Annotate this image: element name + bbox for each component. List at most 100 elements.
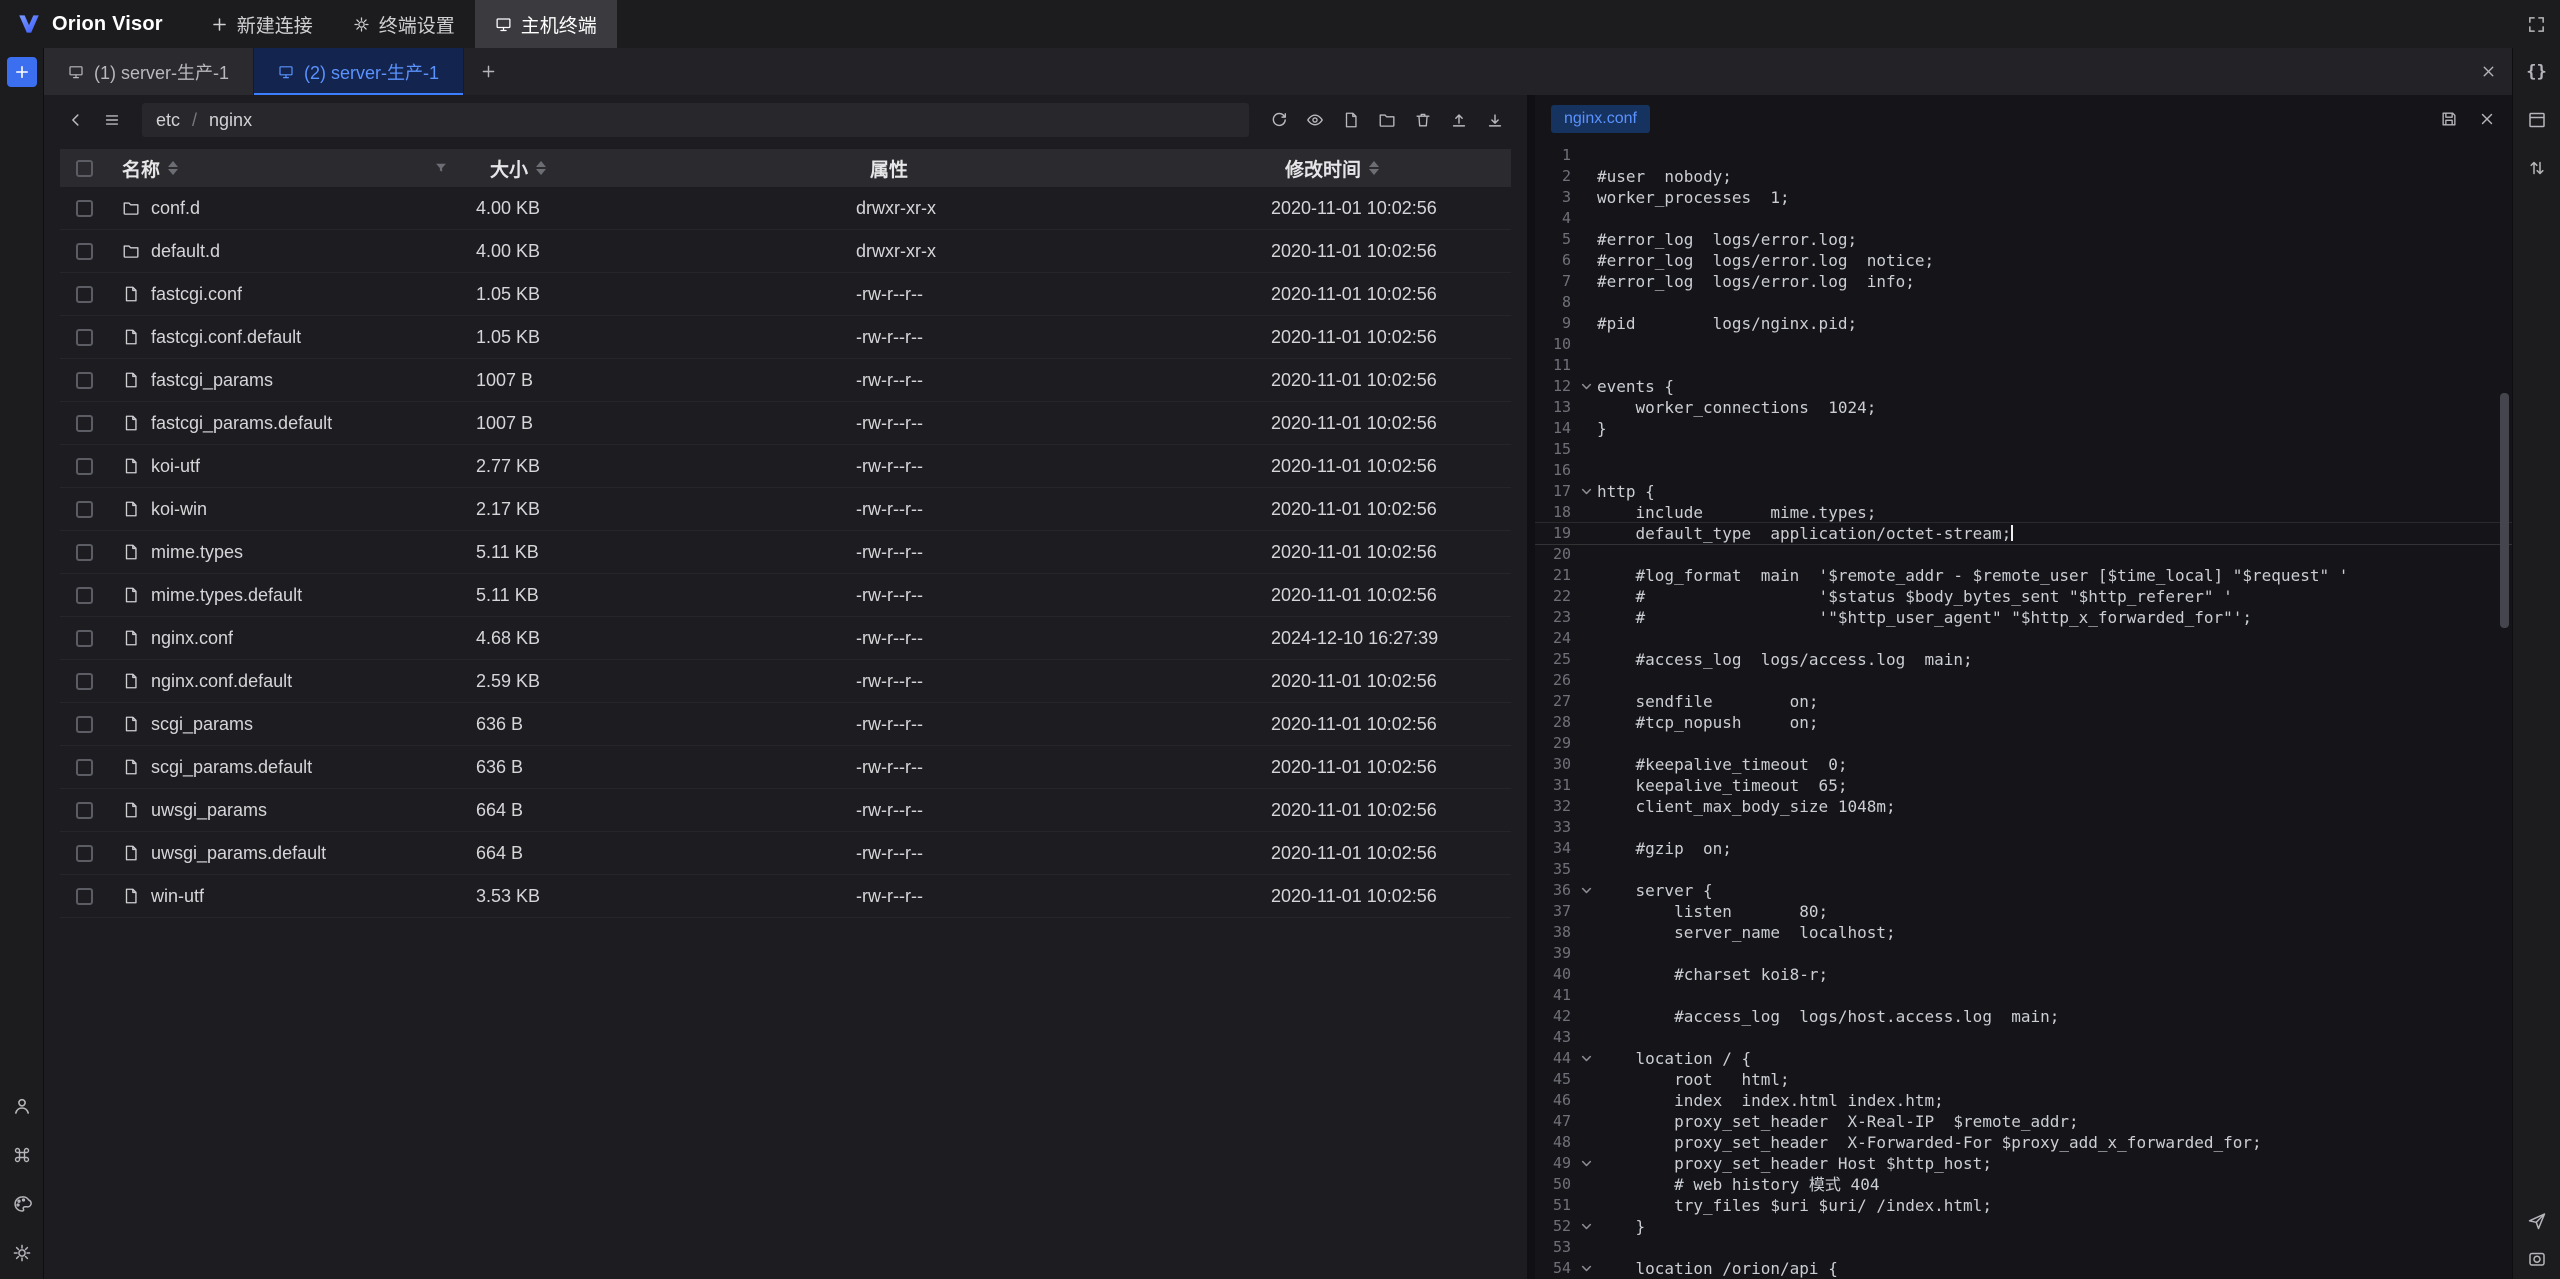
- code-line[interactable]: 46 index index.html index.htm;: [1535, 1090, 2512, 1111]
- file-name-cell[interactable]: fastcgi.conf: [108, 284, 476, 305]
- screenshot-button[interactable]: [2527, 1249, 2547, 1269]
- file-name-cell[interactable]: nginx.conf.default: [108, 671, 476, 692]
- row-checkbox[interactable]: [76, 200, 93, 217]
- row-checkbox[interactable]: [76, 372, 93, 389]
- close-panel-button[interactable]: [2464, 48, 2512, 95]
- file-name-cell[interactable]: koi-utf: [108, 456, 476, 477]
- table-row[interactable]: default.d4.00 KBdrwxr-xr-x2020-11-01 10:…: [60, 230, 1511, 273]
- fold-toggle[interactable]: [1575, 1048, 1597, 1069]
- refresh-button[interactable]: [1263, 104, 1295, 136]
- row-checkbox[interactable]: [76, 716, 93, 733]
- code-line[interactable]: 47 proxy_set_header X-Real-IP $remote_ad…: [1535, 1111, 2512, 1132]
- code-line[interactable]: 37 listen 80;: [1535, 901, 2512, 922]
- code-line[interactable]: 49 proxy_set_header Host $http_host;: [1535, 1153, 2512, 1174]
- show-hidden-button[interactable]: [1299, 104, 1331, 136]
- file-name[interactable]: conf.d: [151, 198, 200, 219]
- code-line[interactable]: 35: [1535, 859, 2512, 880]
- code-line[interactable]: 31 keepalive_timeout 65;: [1535, 775, 2512, 796]
- fold-toggle[interactable]: [1575, 376, 1597, 397]
- code-line[interactable]: 27 sendfile on;: [1535, 691, 2512, 712]
- file-name-cell[interactable]: default.d: [108, 241, 476, 262]
- file-name[interactable]: fastcgi_params.default: [151, 413, 332, 434]
- select-all-checkbox[interactable]: [76, 160, 93, 177]
- row-checkbox[interactable]: [76, 845, 93, 862]
- file-name-cell[interactable]: uwsgi_params.default: [108, 843, 476, 864]
- command-palette-button[interactable]: [12, 1145, 32, 1165]
- path-breadcrumb[interactable]: etc / nginx: [142, 103, 1249, 137]
- code-line[interactable]: 12events {: [1535, 376, 2512, 397]
- table-row[interactable]: fastcgi_params1007 B-rw-r--r--2020-11-01…: [60, 359, 1511, 402]
- table-row[interactable]: scgi_params.default636 B-rw-r--r--2020-1…: [60, 746, 1511, 789]
- file-name-cell[interactable]: fastcgi_params: [108, 370, 476, 391]
- json-view-button[interactable]: {}: [2526, 62, 2546, 82]
- file-manager-toggle-button[interactable]: [2527, 110, 2547, 130]
- code-line[interactable]: 9#pid logs/nginx.pid;: [1535, 313, 2512, 334]
- filter-button[interactable]: [434, 161, 448, 175]
- code-line[interactable]: 17http {: [1535, 481, 2512, 502]
- code-line[interactable]: 38 server_name localhost;: [1535, 922, 2512, 943]
- row-checkbox[interactable]: [76, 458, 93, 475]
- sort-name[interactable]: [168, 161, 178, 175]
- code-line[interactable]: 18 include mime.types;: [1535, 502, 2512, 523]
- file-name[interactable]: fastcgi_params: [151, 370, 273, 391]
- table-row[interactable]: uwsgi_params664 B-rw-r--r--2020-11-01 10…: [60, 789, 1511, 832]
- table-row[interactable]: nginx.conf4.68 KB-rw-r--r--2024-12-10 16…: [60, 617, 1511, 660]
- code-line[interactable]: 1: [1535, 145, 2512, 166]
- table-row[interactable]: nginx.conf.default2.59 KB-rw-r--r--2020-…: [60, 660, 1511, 703]
- list-view-button[interactable]: [96, 104, 128, 136]
- table-row[interactable]: fastcgi_params.default1007 B-rw-r--r--20…: [60, 402, 1511, 445]
- code-line[interactable]: 48 proxy_set_header X-Forwarded-For $pro…: [1535, 1132, 2512, 1153]
- file-name-cell[interactable]: fastcgi_params.default: [108, 413, 476, 434]
- fold-toggle[interactable]: [1575, 1216, 1597, 1237]
- code-line[interactable]: 43: [1535, 1027, 2512, 1048]
- code-line[interactable]: 21 #log_format main '$remote_addr - $rem…: [1535, 565, 2512, 586]
- file-name[interactable]: nginx.conf.default: [151, 671, 292, 692]
- back-button[interactable]: [60, 104, 92, 136]
- open-new-connection-button[interactable]: [7, 57, 37, 87]
- code-line[interactable]: 52 }: [1535, 1216, 2512, 1237]
- code-line[interactable]: 26: [1535, 670, 2512, 691]
- code-line[interactable]: 24: [1535, 628, 2512, 649]
- code-line[interactable]: 6#error_log logs/error.log notice;: [1535, 250, 2512, 271]
- file-name[interactable]: default.d: [151, 241, 220, 262]
- nav-terminal-settings[interactable]: 终端设置: [333, 0, 475, 48]
- file-name[interactable]: fastcgi.conf.default: [151, 327, 301, 348]
- code-line[interactable]: 13 worker_connections 1024;: [1535, 397, 2512, 418]
- code-line[interactable]: 29: [1535, 733, 2512, 754]
- table-row[interactable]: fastcgi.conf1.05 KB-rw-r--r--2020-11-01 …: [60, 273, 1511, 316]
- code-line[interactable]: 2#user nobody;: [1535, 166, 2512, 187]
- row-checkbox[interactable]: [76, 587, 93, 604]
- code-line[interactable]: 45 root html;: [1535, 1069, 2512, 1090]
- file-name[interactable]: mime.types.default: [151, 585, 302, 606]
- user-button[interactable]: [12, 1096, 32, 1116]
- code-line[interactable]: 19 default_type application/octet-stream…: [1535, 523, 2512, 544]
- code-line[interactable]: 7#error_log logs/error.log info;: [1535, 271, 2512, 292]
- table-row[interactable]: win-utf3.53 KB-rw-r--r--2020-11-01 10:02…: [60, 875, 1511, 918]
- file-name[interactable]: mime.types: [151, 542, 243, 563]
- fullscreen-button[interactable]: [2512, 0, 2560, 48]
- upload-button[interactable]: [1443, 104, 1475, 136]
- code-line[interactable]: 16: [1535, 460, 2512, 481]
- settings-button[interactable]: [12, 1243, 32, 1263]
- code-line[interactable]: 10: [1535, 334, 2512, 355]
- editor-scrollbar-thumb[interactable]: [2500, 393, 2509, 628]
- row-checkbox[interactable]: [76, 802, 93, 819]
- table-row[interactable]: koi-win2.17 KB-rw-r--r--2020-11-01 10:02…: [60, 488, 1511, 531]
- theme-button[interactable]: [12, 1194, 32, 1214]
- row-checkbox[interactable]: [76, 243, 93, 260]
- column-size[interactable]: 大小: [476, 155, 856, 182]
- close-editor-button[interactable]: [2478, 110, 2496, 128]
- file-name-cell[interactable]: mime.types: [108, 542, 476, 563]
- fold-toggle[interactable]: [1575, 1258, 1597, 1279]
- tab-server-2-active[interactable]: (2) server-生产-1: [254, 48, 464, 95]
- table-row[interactable]: koi-utf2.77 KB-rw-r--r--2020-11-01 10:02…: [60, 445, 1511, 488]
- tab-server-1[interactable]: (1) server-生产-1: [44, 48, 254, 95]
- delete-button[interactable]: [1407, 104, 1439, 136]
- table-row[interactable]: uwsgi_params.default664 B-rw-r--r--2020-…: [60, 832, 1511, 875]
- fold-toggle[interactable]: [1575, 880, 1597, 901]
- new-folder-button[interactable]: [1371, 104, 1403, 136]
- code-line[interactable]: 41: [1535, 985, 2512, 1006]
- row-checkbox[interactable]: [76, 544, 93, 561]
- row-checkbox[interactable]: [76, 415, 93, 432]
- breadcrumb-segment[interactable]: nginx: [209, 110, 252, 131]
